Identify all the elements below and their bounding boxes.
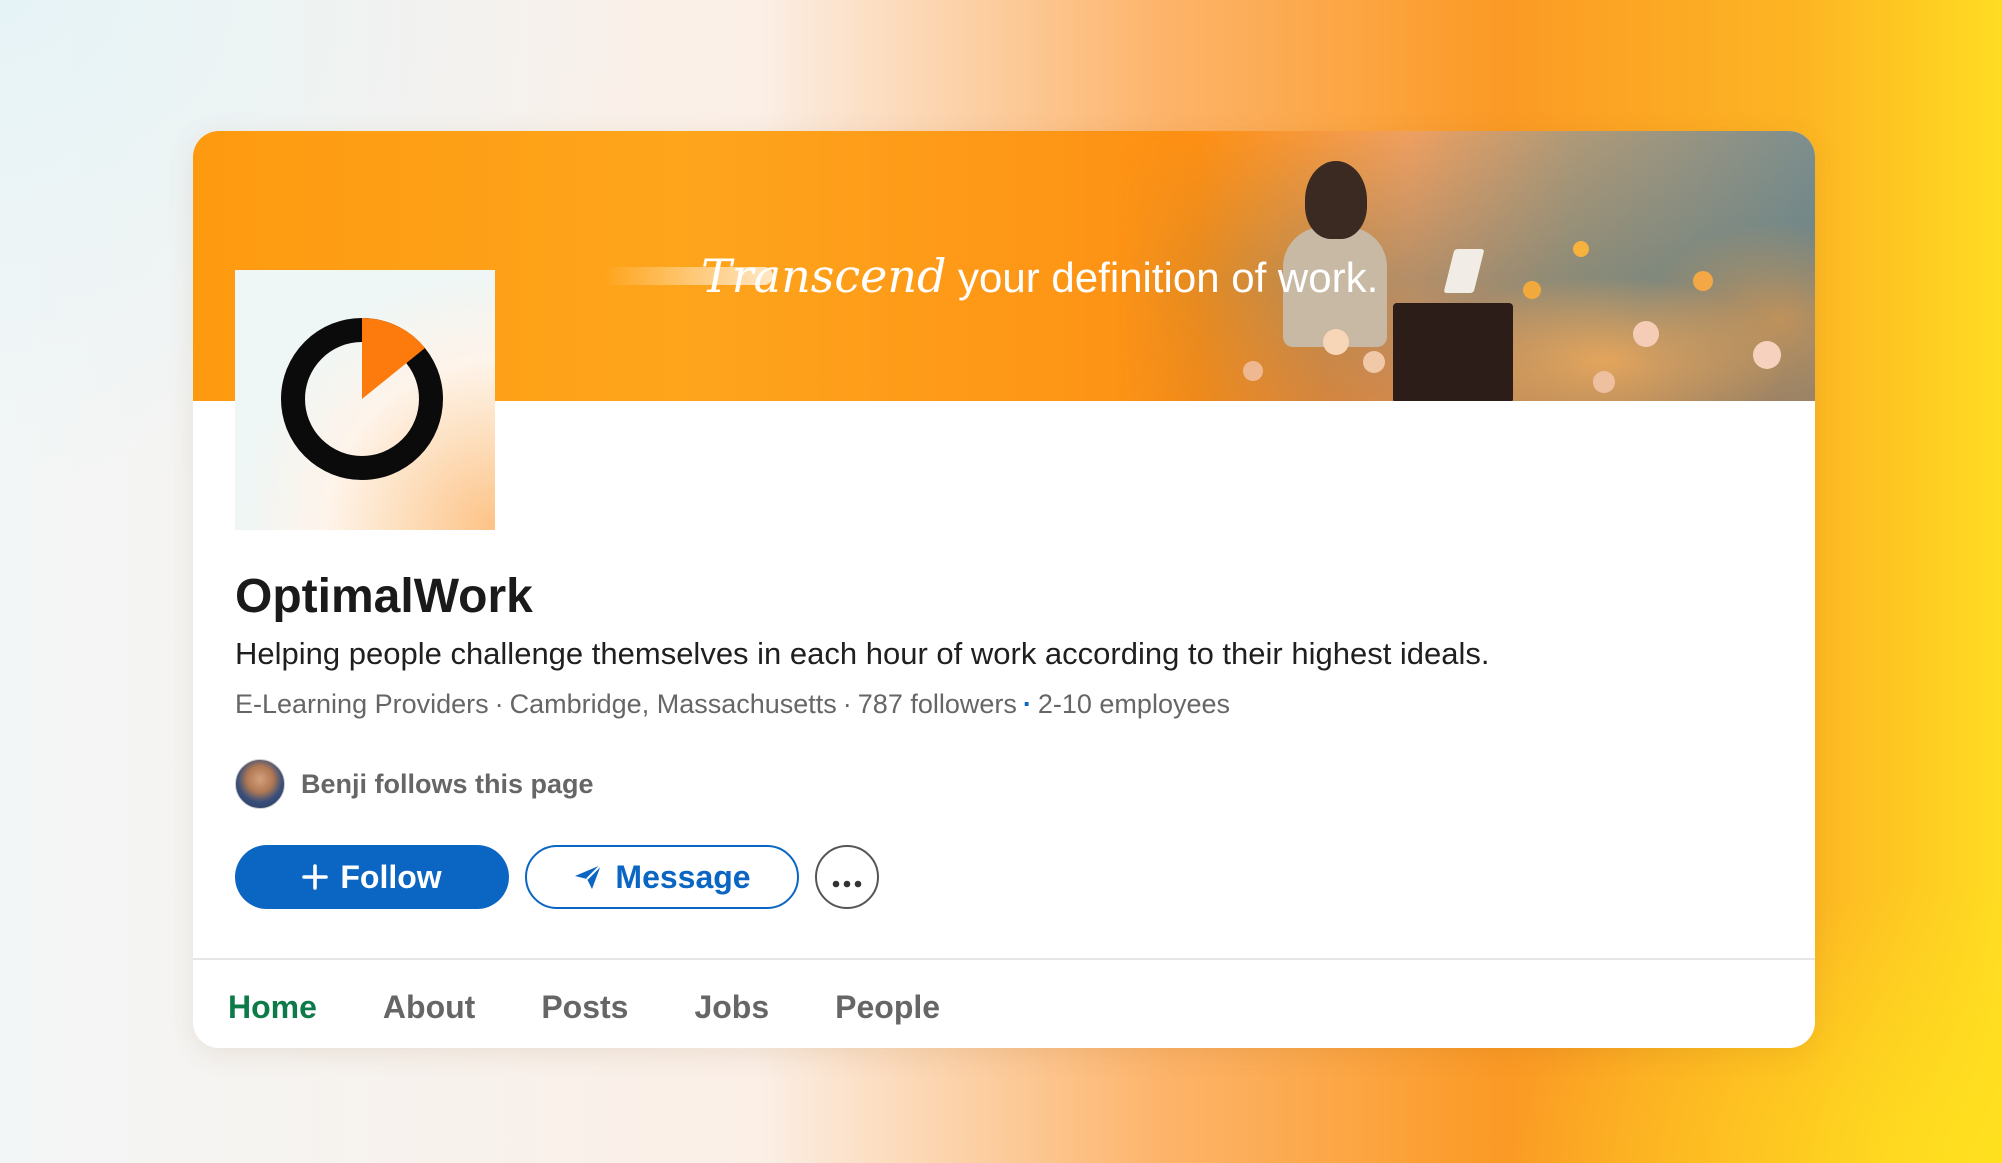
- company-employees[interactable]: 2-10 employees: [1038, 689, 1230, 719]
- optimalwork-ring-logo-icon: [281, 317, 443, 480]
- mutual-follower-row[interactable]: Benji follows this page: [235, 759, 594, 809]
- banner-photo-person-head: [1305, 161, 1367, 239]
- company-industry: E-Learning Providers: [235, 689, 489, 719]
- tab-people[interactable]: People: [835, 989, 940, 1026]
- company-page-card: Transcend your definition of work. Optim…: [193, 131, 1815, 1048]
- tab-about[interactable]: About: [383, 989, 475, 1026]
- company-meta: E-Learning Providers · Cambridge, Massachu…: [235, 689, 1230, 720]
- meta-separator: ·: [842, 689, 852, 719]
- banner-flower: [1633, 321, 1659, 347]
- meta-separator: ·: [494, 689, 504, 719]
- banner-photo-desk: [1393, 303, 1513, 401]
- plus-icon: [302, 864, 329, 890]
- follow-button[interactable]: Follow: [235, 845, 509, 909]
- company-name: OptimalWork: [235, 570, 533, 623]
- tagline-emphasis: Transcend: [701, 249, 947, 303]
- banner-flower: [1243, 361, 1263, 381]
- company-followers[interactable]: 787 followers: [858, 689, 1017, 719]
- company-logo[interactable]: [235, 270, 495, 530]
- banner-flower: [1363, 351, 1385, 373]
- banner-flower: [1753, 341, 1781, 369]
- tagline-rest: your definition of work.: [946, 254, 1379, 301]
- company-location: Cambridge, Massachusetts: [509, 689, 837, 719]
- meta-separator: ·: [1022, 689, 1032, 719]
- banner-flower: [1573, 241, 1589, 257]
- tab-home[interactable]: Home: [228, 989, 317, 1026]
- company-description: Helping people challenge themselves in e…: [235, 636, 1490, 671]
- tabs-divider: [193, 958, 1815, 960]
- follow-button-label: Follow: [340, 858, 442, 895]
- page-tabs: Home About Posts Jobs People: [228, 989, 1006, 1026]
- more-options-button[interactable]: [815, 845, 879, 909]
- tab-posts[interactable]: Posts: [541, 989, 628, 1026]
- banner-flower: [1323, 329, 1349, 355]
- banner-flower: [1593, 371, 1615, 393]
- message-button-label: Message: [615, 858, 751, 895]
- banner-tagline: Transcend your definition of work.: [701, 249, 1378, 303]
- tab-jobs[interactable]: Jobs: [694, 989, 769, 1026]
- more-horizontal-icon: [832, 859, 862, 896]
- avatar: [235, 759, 285, 809]
- paper-plane-icon: [573, 863, 603, 891]
- banner-flower: [1693, 271, 1713, 291]
- mutual-follower-text: Benji follows this page: [301, 768, 594, 799]
- message-button[interactable]: Message: [525, 845, 799, 909]
- banner-flower: [1523, 281, 1541, 299]
